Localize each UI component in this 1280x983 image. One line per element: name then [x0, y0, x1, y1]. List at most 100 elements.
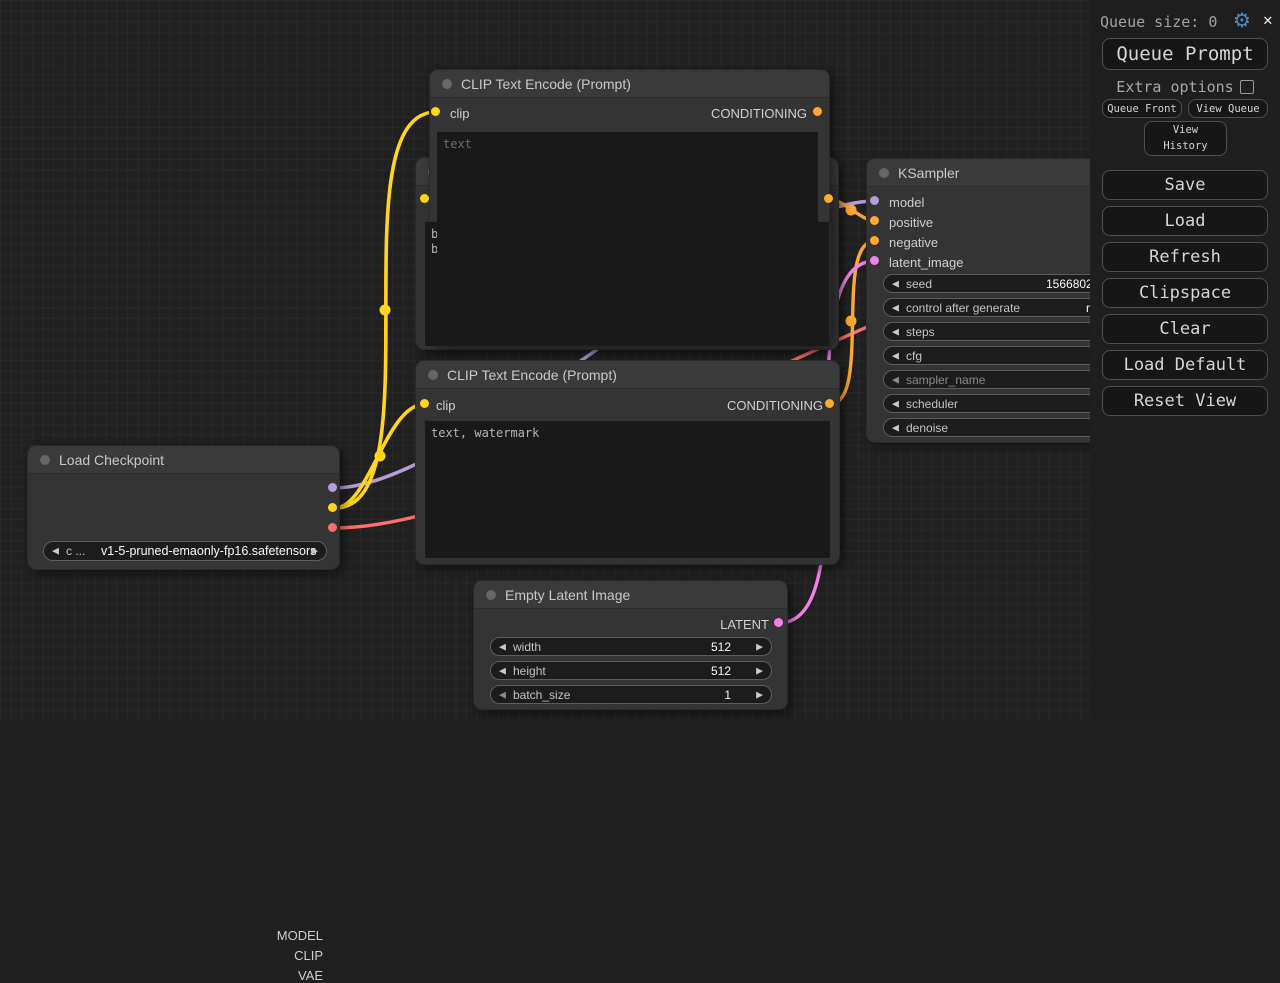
- widget-label: height: [513, 664, 546, 678]
- node-canvas[interactable]: Load Checkpoint MODEL CLIP VAE ◀ c ... v…: [0, 0, 1280, 720]
- refresh-button[interactable]: Refresh: [1102, 242, 1268, 272]
- clipspace-button[interactable]: Clipspace: [1102, 278, 1268, 308]
- decrement-arrow-icon[interactable]: ◀: [892, 302, 899, 313]
- clear-button[interactable]: Clear: [1102, 314, 1268, 344]
- widget-label: batch_size: [513, 688, 570, 702]
- output-label-clip: CLIP: [223, 948, 323, 963]
- load-button[interactable]: Load: [1102, 206, 1268, 236]
- input-dot-latent-image[interactable]: [870, 256, 879, 265]
- widget-label: width: [513, 640, 541, 654]
- widget-label: scheduler: [906, 397, 958, 411]
- height-widget[interactable]: ◀ height 512 ▶: [490, 661, 772, 680]
- node-title: CLIP Text Encode (Prompt): [461, 76, 631, 92]
- increment-arrow-icon[interactable]: ▶: [756, 641, 763, 652]
- queue-prompt-button[interactable]: Queue Prompt: [1102, 38, 1268, 70]
- decrement-arrow-icon[interactable]: ◀: [892, 398, 899, 409]
- view-queue-button[interactable]: View Queue: [1188, 99, 1268, 118]
- widget-label: sampler_name: [906, 373, 985, 387]
- output-label-conditioning: CONDITIONING: [723, 398, 823, 413]
- ckpt-name-widget[interactable]: ◀ c ... v1-5-pruned-emaonly-fp16.safeten…: [43, 541, 327, 561]
- widget-label: steps: [906, 325, 935, 339]
- increment-arrow-icon[interactable]: ▶: [756, 665, 763, 676]
- extra-options-label: Extra options: [1116, 78, 1233, 96]
- widget-value: 1: [724, 688, 731, 702]
- input-dot-negative[interactable]: [870, 236, 879, 245]
- link-dot: [846, 316, 857, 327]
- increment-arrow-icon[interactable]: ▶: [311, 546, 318, 557]
- extra-options-checkbox[interactable]: [1240, 80, 1254, 94]
- link-dot: [380, 305, 391, 316]
- widget-label: c ...: [66, 544, 85, 558]
- input-dot-model[interactable]: [870, 196, 879, 205]
- node-title-bar[interactable]: Empty Latent Image: [474, 581, 787, 609]
- decrement-arrow-icon[interactable]: ◀: [499, 641, 506, 652]
- prompt-textarea-empty[interactable]: text: [437, 132, 818, 338]
- view-history-button[interactable]: View History: [1144, 121, 1227, 156]
- output-label-vae: VAE: [223, 968, 323, 983]
- collapse-dot[interactable]: [442, 79, 452, 89]
- node-load-checkpoint[interactable]: Load Checkpoint MODEL CLIP VAE ◀ c ... v…: [27, 445, 340, 570]
- input-dot-clip[interactable]: [420, 194, 429, 203]
- input-label-negative: negative: [889, 235, 938, 250]
- link-dot: [375, 451, 386, 462]
- link-dot: [846, 205, 857, 216]
- output-dot-latent[interactable]: [774, 618, 783, 627]
- widget-value: 512: [711, 640, 731, 654]
- node-title: CLIP Text Encode (Prompt): [447, 367, 617, 383]
- node-clip-text-encode-negative[interactable]: CLIP Text Encode (Prompt) clip CONDITION…: [415, 360, 840, 565]
- input-dot-clip[interactable]: [420, 399, 429, 408]
- width-widget[interactable]: ◀ width 512 ▶: [490, 637, 772, 656]
- output-dot-conditioning[interactable]: [813, 107, 822, 116]
- output-dot-conditioning[interactable]: [824, 194, 833, 203]
- node-title-bar[interactable]: CLIP Text Encode (Prompt): [430, 70, 829, 98]
- output-dot-model[interactable]: [328, 483, 337, 492]
- input-label-model: model: [889, 195, 924, 210]
- collapse-dot[interactable]: [486, 590, 496, 600]
- decrement-arrow-icon[interactable]: ◀: [892, 278, 899, 289]
- input-label-latent-image: latent_image: [889, 255, 963, 270]
- decrement-arrow-icon[interactable]: ◀: [499, 665, 506, 676]
- output-dot-vae[interactable]: [328, 523, 337, 532]
- node-title-bar[interactable]: CLIP Text Encode (Prompt): [416, 361, 839, 389]
- reset-view-button[interactable]: Reset View: [1102, 386, 1268, 416]
- collapse-dot[interactable]: [40, 455, 50, 465]
- input-dot-clip[interactable]: [431, 107, 440, 116]
- collapse-dot[interactable]: [428, 370, 438, 380]
- node-title: Empty Latent Image: [505, 587, 630, 603]
- output-label-model: MODEL: [223, 928, 323, 943]
- output-dot-clip[interactable]: [328, 503, 337, 512]
- batch-size-widget[interactable]: ◀ batch_size 1 ▶: [490, 685, 772, 704]
- input-label-clip: clip: [436, 398, 456, 413]
- load-default-button[interactable]: Load Default: [1102, 350, 1268, 380]
- increment-arrow-icon[interactable]: ▶: [756, 689, 763, 700]
- widget-value: 512: [711, 664, 731, 678]
- widget-label: seed: [906, 277, 932, 291]
- decrement-arrow-icon[interactable]: ◀: [892, 350, 899, 361]
- widget-value: v1-5-pruned-emaonly-fp16.safetensors: [101, 544, 316, 558]
- input-label-clip: clip: [450, 106, 470, 121]
- negative-prompt-textarea[interactable]: text, watermark: [425, 421, 830, 558]
- output-label-latent: LATENT: [669, 617, 769, 632]
- node-title: KSampler: [898, 165, 959, 181]
- decrement-arrow-icon[interactable]: ◀: [52, 546, 59, 557]
- input-dot-positive[interactable]: [870, 216, 879, 225]
- queue-size-label: Queue size: 0: [1100, 13, 1217, 31]
- widget-label: control after generate: [906, 301, 1020, 315]
- output-dot-conditioning[interactable]: [825, 399, 834, 408]
- decrement-arrow-icon[interactable]: ◀: [892, 422, 899, 433]
- widget-label: denoise: [906, 421, 948, 435]
- node-title-bar[interactable]: Load Checkpoint: [28, 446, 339, 474]
- node-empty-latent-image[interactable]: Empty Latent Image LATENT ◀ width 512 ▶ …: [473, 580, 788, 710]
- queue-front-button[interactable]: Queue Front: [1102, 99, 1182, 118]
- collapse-dot[interactable]: [879, 168, 889, 178]
- input-label-positive: positive: [889, 215, 933, 230]
- decrement-arrow-icon[interactable]: ◀: [892, 374, 899, 385]
- node-title: Load Checkpoint: [59, 452, 164, 468]
- settings-gear-icon[interactable]: ⚙: [1233, 8, 1251, 32]
- output-label-conditioning: CONDITIONING: [707, 106, 807, 121]
- close-icon[interactable]: ✕: [1263, 10, 1273, 29]
- decrement-arrow-icon[interactable]: ◀: [892, 326, 899, 337]
- widget-label: cfg: [906, 349, 922, 363]
- save-button[interactable]: Save: [1102, 170, 1268, 200]
- decrement-arrow-icon[interactable]: ◀: [499, 689, 506, 700]
